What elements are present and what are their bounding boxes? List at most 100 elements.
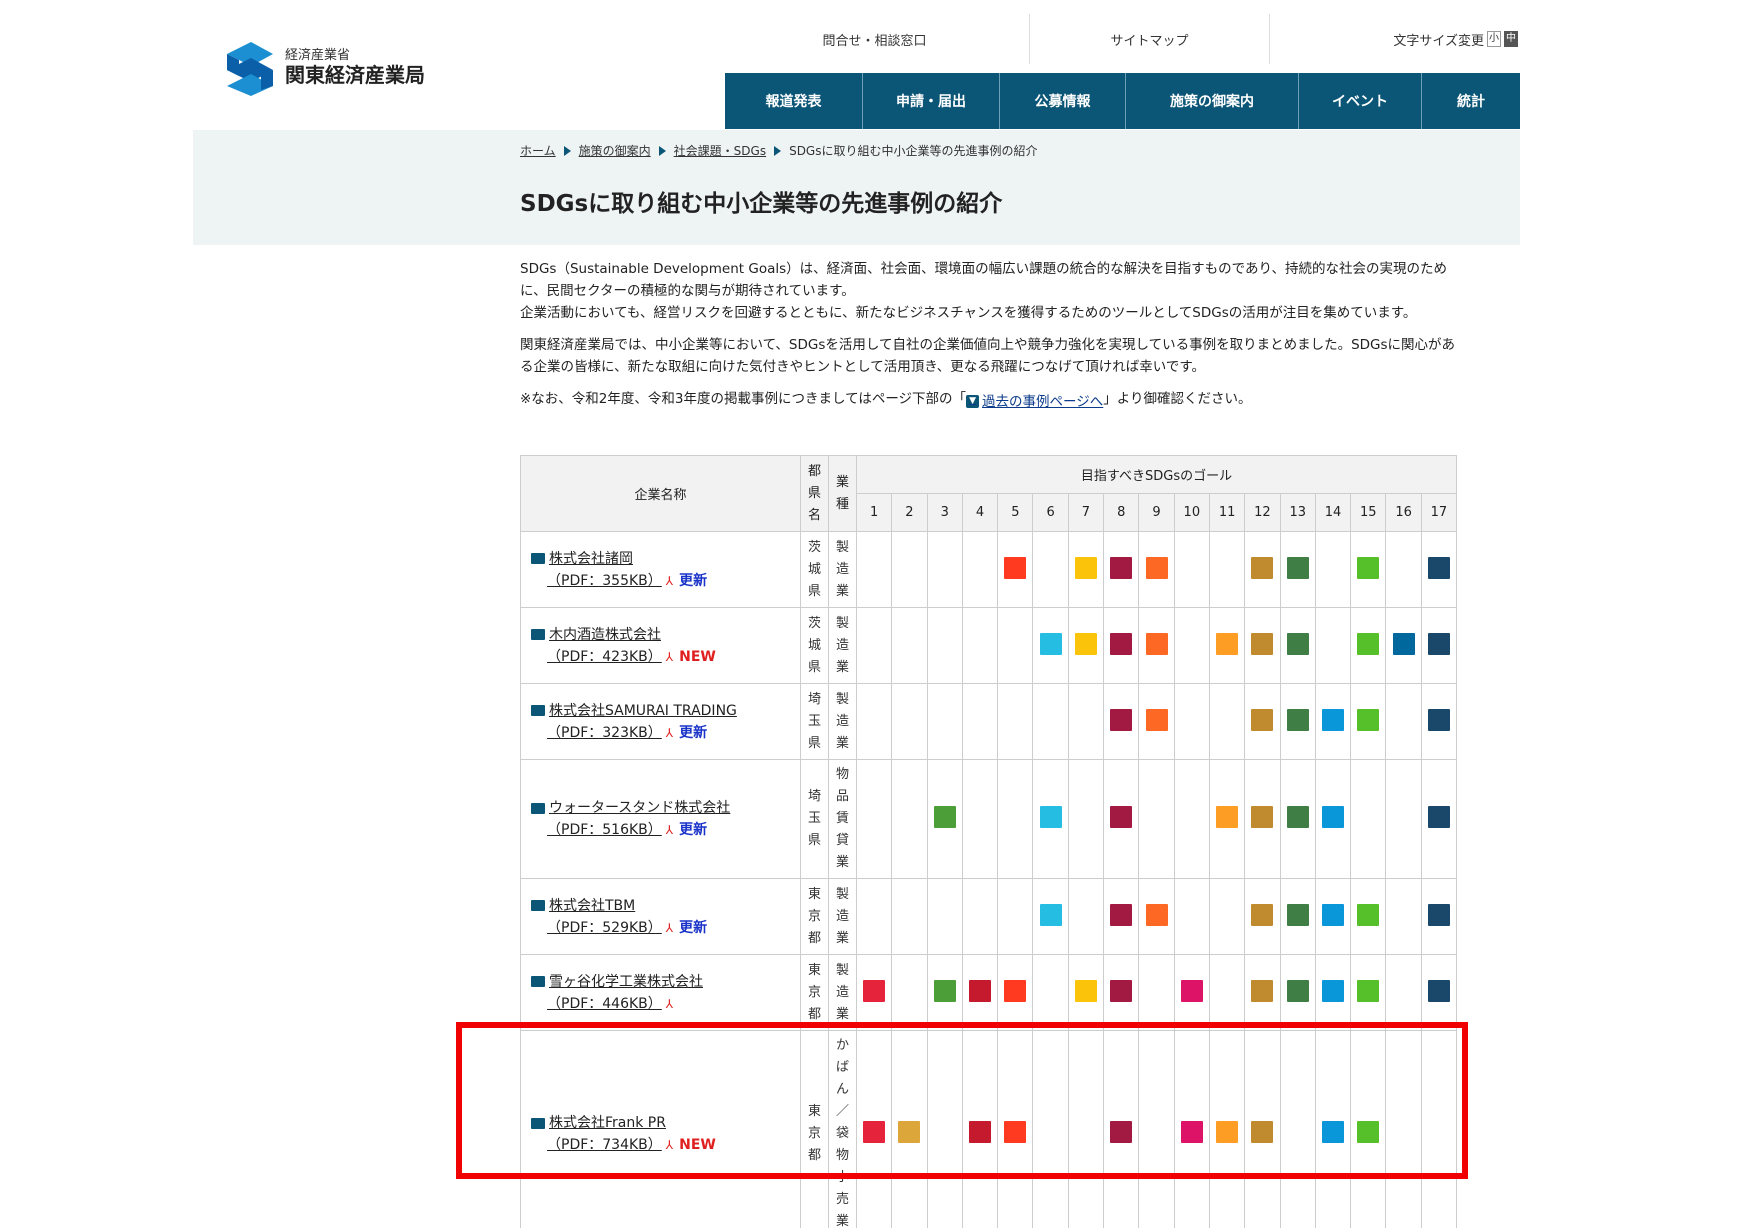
sdg-goal-11-icon xyxy=(1216,632,1239,655)
goal-cell xyxy=(1314,683,1352,760)
sdg-goal-13-icon xyxy=(1286,903,1309,926)
company-link[interactable]: 雪ヶ谷化学工業株式会社 xyxy=(531,971,800,993)
pdf-size-link[interactable]: （PDF：516KB） xyxy=(547,819,662,841)
goal-cell xyxy=(1173,683,1210,760)
font-small-button[interactable]: 小 xyxy=(1487,31,1501,47)
pdf-icon: ⅄ xyxy=(665,920,674,935)
goal-cell xyxy=(1350,954,1387,1031)
status-badge: 更新 xyxy=(679,822,708,838)
company-link[interactable]: 株式会社諸岡 xyxy=(531,548,800,570)
goal-cell xyxy=(1314,954,1352,1031)
table-row: ウォータースタンド株式会社 （PDF：516KB） ⅄ 更新 埼玉県物品賃貸業 xyxy=(520,759,1458,879)
sdg-goal-12-icon xyxy=(1251,556,1274,579)
goal-cell xyxy=(1208,1030,1246,1228)
breadcrumb-current: SDGsに取り組む中小企業等の先進事例の紹介 xyxy=(789,144,1038,158)
site-logo[interactable]: 経済産業省 関東経済産業局 xyxy=(225,40,425,96)
contact-link[interactable]: 問合せ・相談窓口 xyxy=(822,30,926,49)
sdg-goal-14-icon xyxy=(1322,1121,1344,1143)
goal-number-header: 8 xyxy=(1103,493,1140,532)
company-link[interactable]: 株式会社SAMURAI TRADING xyxy=(531,700,800,722)
site-name: 関東経済産業局 xyxy=(285,62,425,87)
nav-policies[interactable]: 施策の御案内 xyxy=(1126,73,1299,129)
goal-cell xyxy=(855,954,893,1031)
pdf-size-link[interactable]: （PDF：355KB） xyxy=(547,570,662,592)
status-badge: 更新 xyxy=(679,724,708,741)
sdg-goal-8-icon xyxy=(1110,979,1133,1002)
goal-cell xyxy=(1032,759,1069,879)
goal-cell xyxy=(1279,607,1316,684)
pdf-size-link[interactable]: （PDF：734KB） xyxy=(547,1134,662,1156)
table-row: 株式会社諸岡 （PDF：355KB） ⅄ 更新 茨城県製造業 xyxy=(520,531,1458,608)
breadcrumb-home[interactable]: ホーム xyxy=(520,142,556,159)
link-icon xyxy=(531,1117,545,1129)
sdg-goal-15-icon xyxy=(1357,1121,1380,1143)
goal-cell xyxy=(997,954,1034,1031)
nav-press-release[interactable]: 報道発表 xyxy=(725,73,863,129)
company-link[interactable]: ウォータースタンド株式会社 xyxy=(531,797,800,819)
goal-cell xyxy=(1138,878,1175,955)
pdf-icon: ⅄ xyxy=(665,1138,674,1152)
goal-number-header: 13 xyxy=(1279,493,1316,532)
sdg-goal-17-icon xyxy=(1427,708,1450,731)
company-link[interactable]: 株式会社TBM xyxy=(531,895,800,917)
goal-cell xyxy=(855,531,893,608)
sitemap-link[interactable]: サイトマップ xyxy=(1110,30,1188,49)
goal-cell xyxy=(997,1030,1034,1228)
sdg-goal-9-icon xyxy=(1145,903,1168,926)
breadcrumb: ホーム 施策の御案内 社会課題・SDGs SDGsに取り組む中小企業等の先進事例… xyxy=(520,142,1038,159)
goal-cell xyxy=(1067,531,1105,608)
sdg-goal-3-icon xyxy=(933,806,956,828)
goal-cell xyxy=(926,683,963,760)
company-link[interactable]: 株式会社Frank PR xyxy=(531,1112,800,1134)
sdg-goal-8-icon xyxy=(1110,806,1133,828)
sdgs-case-table: 企業名称 都県名 業種 目指すべきSDGsのゴール 1 2 3 4 5 6 7 8 9 10 11 1… xyxy=(520,455,1458,1228)
goal-cell xyxy=(1208,683,1246,760)
goal-cell xyxy=(1208,531,1246,608)
goal-cell xyxy=(1067,607,1105,684)
nav-applications[interactable]: 申請・届出 xyxy=(863,73,1000,129)
goal-cell xyxy=(1279,1030,1316,1228)
goal-cell xyxy=(961,759,999,879)
nav-statistics[interactable]: 統計 xyxy=(1422,73,1520,129)
goal-cell xyxy=(1138,683,1175,760)
pdf-size-link[interactable]: （PDF：446KB） xyxy=(547,993,662,1015)
goal-cell xyxy=(1032,954,1069,1031)
goal-cell xyxy=(961,954,999,1031)
goal-cell xyxy=(1244,531,1281,608)
pdf-size-link[interactable]: （PDF：323KB） xyxy=(547,722,662,744)
company-link[interactable]: 木内酒造株式会社 xyxy=(531,624,800,646)
goal-cell xyxy=(855,878,893,955)
sdg-goal-4-icon xyxy=(969,979,992,1002)
font-medium-button[interactable]: 中 xyxy=(1504,31,1518,47)
font-size-label: 文字サイズ変更 xyxy=(1393,33,1484,49)
goal-cell xyxy=(961,607,999,684)
nav-public-offering[interactable]: 公募情報 xyxy=(1000,73,1126,129)
pdf-size-link[interactable]: （PDF：423KB） xyxy=(547,646,662,668)
goal-cell xyxy=(997,607,1034,684)
sdg-goal-14-icon xyxy=(1322,903,1344,926)
sdg-goal-14-icon xyxy=(1322,979,1344,1002)
industry-cell: 物品賃貸業 xyxy=(828,759,857,879)
link-icon xyxy=(531,976,545,987)
goal-cell xyxy=(1244,878,1281,955)
goal-cell xyxy=(1244,607,1281,684)
goal-cell xyxy=(1420,759,1458,879)
sdg-goal-12-icon xyxy=(1251,979,1274,1002)
breadcrumb-policies[interactable]: 施策の御案内 xyxy=(579,142,651,159)
goal-cell xyxy=(961,1030,999,1228)
company-name: 株式会社Frank PR xyxy=(549,1115,666,1131)
sdg-goal-17-icon xyxy=(1427,556,1450,579)
goal-cell xyxy=(1244,954,1281,1031)
goal-cell xyxy=(1032,1030,1069,1228)
status-badge: NEW xyxy=(679,1137,716,1153)
pdf-size-link[interactable]: （PDF：529KB） xyxy=(547,917,662,939)
goal-cell xyxy=(1032,607,1069,684)
sdg-goal-6-icon xyxy=(1039,632,1062,655)
prefecture-cell: 埼玉県 xyxy=(800,683,829,760)
sdg-goal-4-icon xyxy=(969,1121,992,1143)
goal-number-header: 7 xyxy=(1067,493,1105,532)
past-cases-link[interactable]: ▼ 過去の事例ページへ xyxy=(966,391,1103,413)
goal-cell xyxy=(1420,531,1458,608)
breadcrumb-social-sdgs[interactable]: 社会課題・SDGs xyxy=(674,142,766,159)
nav-events[interactable]: イベント xyxy=(1299,73,1422,129)
